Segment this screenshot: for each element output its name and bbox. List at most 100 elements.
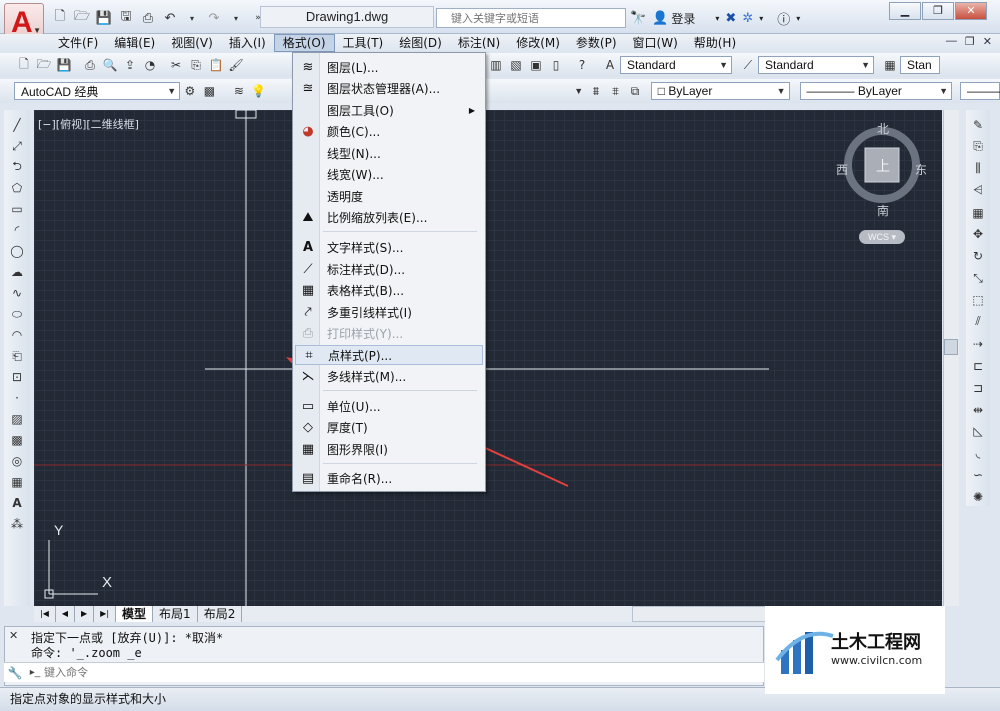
- menu-item-text-style[interactable]: A 文字样式(S)...: [295, 237, 483, 257]
- save-icon[interactable]: 💾: [54, 55, 74, 75]
- chamfer-icon[interactable]: ◺: [969, 422, 987, 440]
- point-icon[interactable]: ·: [8, 389, 26, 407]
- doc-close-icon[interactable]: ✕: [983, 35, 992, 48]
- workspace-settings-icon[interactable]: ⚙: [180, 81, 200, 101]
- save-as-icon[interactable]: 🖫: [116, 8, 136, 28]
- cut-icon[interactable]: ✂: [166, 55, 186, 75]
- paste-icon[interactable]: 📋: [206, 55, 226, 75]
- vertical-scrollbar-thumb[interactable]: [944, 339, 958, 355]
- stretch-icon[interactable]: ⬚: [969, 291, 987, 309]
- make-current-icon[interactable]: ⩩: [586, 81, 606, 101]
- menu-draw[interactable]: 绘图(D): [391, 34, 450, 52]
- lineweight-select[interactable]: ———: [960, 82, 1000, 100]
- join-icon[interactable]: ⇹: [969, 401, 987, 419]
- close-button[interactable]: ✕: [955, 2, 987, 20]
- menu-item-layer[interactable]: ≋ 图层(L)...: [295, 57, 483, 77]
- menu-window[interactable]: 窗口(W): [625, 34, 686, 52]
- polygon-icon[interactable]: ⬠: [8, 179, 26, 197]
- viewcube-east[interactable]: 东: [915, 161, 927, 178]
- line-icon[interactable]: ╱: [8, 116, 26, 134]
- move-icon[interactable]: ✥: [969, 225, 987, 243]
- print-icon[interactable]: ⎙: [138, 8, 158, 28]
- mtext-icon[interactable]: A: [8, 494, 26, 512]
- insert-block-icon[interactable]: ⎗: [8, 347, 26, 365]
- spline-icon[interactable]: ∿: [8, 284, 26, 302]
- menu-insert[interactable]: 插入(I): [221, 34, 274, 52]
- viewcube-south[interactable]: 南: [877, 202, 889, 219]
- tab-nav-prev-icon[interactable]: ◀: [56, 606, 76, 622]
- 3d-dwf-icon[interactable]: ◔: [140, 55, 160, 75]
- arc-icon[interactable]: ◜: [8, 221, 26, 239]
- menu-item-mline-style[interactable]: ⋋ 多线样式(M)...: [295, 366, 483, 386]
- ellipse-icon[interactable]: ⬭: [8, 305, 26, 323]
- gradient-icon[interactable]: ▩: [8, 431, 26, 449]
- chevron-down-icon[interactable]: ▾: [759, 14, 763, 23]
- tab-model[interactable]: 模型: [116, 606, 154, 622]
- table-icon[interactable]: ▦: [8, 473, 26, 491]
- menu-item-lineweight[interactable]: 线宽(W)...: [295, 164, 483, 184]
- menu-file[interactable]: 文件(F): [50, 34, 106, 52]
- extend-icon[interactable]: ⇢: [969, 335, 987, 353]
- save-icon[interactable]: 💾: [94, 8, 114, 28]
- menu-item-layer-state-manager[interactable]: ≊ 图层状态管理器(A)...: [295, 78, 483, 98]
- rectangle-icon[interactable]: ▭: [8, 200, 26, 218]
- dropdown-icon[interactable]: ▾: [182, 8, 202, 28]
- layer-properties-icon[interactable]: ≋: [229, 81, 249, 101]
- scale-icon[interactable]: ⤡: [969, 269, 987, 287]
- wrench-icon[interactable]: 🔧: [4, 666, 26, 680]
- menu-parametric[interactable]: 参数(P): [568, 34, 625, 52]
- viewcube-top-face[interactable]: 上: [876, 156, 890, 176]
- fillet-icon[interactable]: ◟: [969, 444, 987, 462]
- menu-item-units[interactable]: ▭ 单位(U)...: [295, 396, 483, 416]
- publish-icon[interactable]: ⇪: [120, 55, 140, 75]
- layer-match-icon[interactable]: ⧉: [625, 81, 645, 101]
- erase-icon[interactable]: ✎: [969, 116, 987, 134]
- text-style-icon[interactable]: A: [600, 55, 620, 75]
- menu-dimension[interactable]: 标注(N): [450, 34, 508, 52]
- linetype-select[interactable]: ———— ByLayer ▼: [799, 82, 953, 100]
- menu-item-drawing-limits[interactable]: ▦ 图形界限(I): [295, 439, 483, 459]
- tab-layout2[interactable]: 布局2: [198, 606, 243, 622]
- dim-style-icon[interactable]: ⟋: [738, 55, 758, 75]
- text-style-select[interactable]: Standard ▼: [620, 56, 732, 74]
- menu-view[interactable]: 视图(V): [163, 34, 221, 52]
- revision-cloud-icon[interactable]: ☁: [8, 263, 26, 281]
- polyline-icon[interactable]: ⮌: [8, 158, 26, 176]
- menu-edit[interactable]: 编辑(E): [106, 34, 163, 52]
- array-icon[interactable]: ▦: [969, 204, 987, 222]
- viewcube-west[interactable]: 西: [836, 161, 848, 178]
- trim-icon[interactable]: ⫽: [969, 313, 987, 331]
- drawing-canvas[interactable]: [−][俯视][二维线框] Y X 北 南 东 西 上 WCS ▾: [34, 110, 942, 606]
- menu-item-mleader-style[interactable]: ⤤ 多重引线样式(I): [295, 302, 483, 322]
- tab-layout1[interactable]: 布局1: [153, 606, 198, 622]
- viewcube-north[interactable]: 北: [877, 120, 889, 137]
- doc-restore-icon[interactable]: ❐: [965, 35, 975, 48]
- menu-modify[interactable]: 修改(M): [508, 34, 568, 52]
- blend-curves-icon[interactable]: ∽: [969, 466, 987, 484]
- login-button[interactable]: 👤 登录: [652, 10, 695, 27]
- binoculars-icon[interactable]: 🔭: [630, 11, 646, 26]
- menu-item-color[interactable]: ◕ 颜色(C)...: [295, 121, 483, 141]
- search-input[interactable]: [437, 9, 625, 27]
- doc-minimize-icon[interactable]: —: [946, 35, 957, 48]
- menu-item-layer-tools[interactable]: 图层工具(O) ▶: [295, 100, 483, 120]
- menu-item-scale-list[interactable]: ⛰ 比例缩放列表(E)...: [295, 207, 483, 227]
- new-icon[interactable]: 🗋: [50, 8, 70, 28]
- ellipse-arc-icon[interactable]: ◠: [8, 326, 26, 344]
- minimize-button[interactable]: ▁: [889, 2, 921, 20]
- dim-style-select[interactable]: Standard ▼: [758, 56, 874, 74]
- layer-select-arrow[interactable]: ▼: [568, 82, 583, 100]
- menu-tools[interactable]: 工具(T): [335, 34, 392, 52]
- table-style-icon[interactable]: ▦: [880, 55, 900, 75]
- print-icon[interactable]: ⎙: [80, 55, 100, 75]
- calculator-icon[interactable]: ▯: [546, 55, 566, 75]
- copy-icon[interactable]: ⎘: [186, 55, 206, 75]
- chevron-down-icon[interactable]: ▾: [715, 14, 719, 23]
- tab-nav-first-icon[interactable]: |◀: [34, 606, 56, 622]
- undo-icon[interactable]: ↶: [160, 8, 180, 28]
- make-block-icon[interactable]: ⊡: [8, 368, 26, 386]
- copy-object-icon[interactable]: ⎘: [969, 138, 987, 156]
- table-style-select[interactable]: Stan: [900, 56, 940, 74]
- help-icon[interactable]: ?: [572, 55, 592, 75]
- menu-item-table-style[interactable]: ▦ 表格样式(B)...: [295, 280, 483, 300]
